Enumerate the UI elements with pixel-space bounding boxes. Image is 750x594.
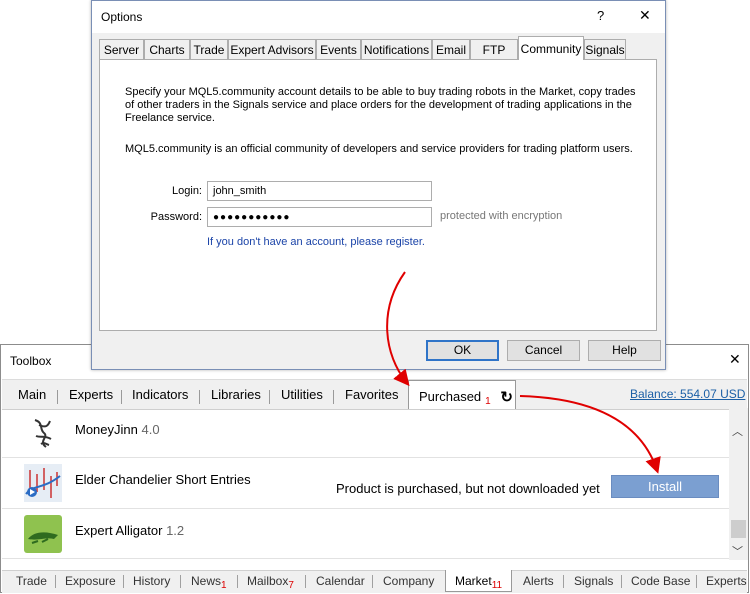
register-link[interactable]: If you don't have an account, please reg… [207,236,425,248]
dialog-title: Options [101,10,143,24]
encryption-note: protected with encryption [440,210,563,222]
tab-favorites[interactable]: Favorites [345,387,398,402]
tab-signals[interactable]: Signals [574,574,613,588]
purchased-badge: 1 [485,396,491,407]
tab-market[interactable]: Market11 [455,574,503,591]
product-version: 1.2 [166,523,185,538]
chevron-up-icon[interactable]: ︿ [732,423,743,439]
tab-email[interactable]: Email [432,39,470,59]
purchase-status-text: Product is purchased, but not downloaded… [336,481,600,496]
tab-ftp[interactable]: FTP [470,39,518,59]
product-name: Expert Alligator 1.2 [75,523,185,538]
tab-experts-log[interactable]: Experts [706,574,747,588]
login-field[interactable]: john_smith [207,181,432,201]
tab-main[interactable]: Main [18,387,46,402]
tab-notifications[interactable]: Notifications [361,39,432,59]
tab-code-base[interactable]: Code Base [631,574,690,588]
tab-purchased-label: Purchased [419,389,482,404]
options-dialog: Options ? ✕ Server Charts Trade Expert A… [91,0,666,370]
close-icon[interactable]: ✕ [639,7,651,24]
tab-purchased[interactable]: Purchased 1 ↻ [419,387,513,407]
mailbox-badge: 7 [288,580,294,591]
chevron-down-icon[interactable]: ﹀ [732,543,743,559]
tab-calendar[interactable]: Calendar [316,574,365,588]
tab-alerts[interactable]: Alerts [523,574,554,588]
tab-exposure[interactable]: Exposure [65,574,116,588]
community-about: MQL5.community is an official community … [125,143,633,155]
tab-history[interactable]: History [133,574,170,588]
tab-signals[interactable]: Signals [584,39,626,59]
tab-news[interactable]: News1 [191,574,227,591]
tab-trade[interactable]: Trade [16,574,47,588]
scrollbar-thumb[interactable] [731,520,746,538]
tab-events[interactable]: Events [316,39,361,59]
tab-utilities[interactable]: Utilities [281,387,323,402]
product-name: MoneyJinn 4.0 [75,422,160,437]
product-name: Elder Chandelier Short Entries [75,472,251,487]
balance-link[interactable]: Balance: 554.07 USD [630,387,745,401]
news-badge: 1 [221,580,227,591]
tab-server[interactable]: Server [99,39,144,59]
ok-button[interactable]: OK [426,340,499,361]
tab-experts[interactable]: Experts [69,387,113,402]
tab-indicators[interactable]: Indicators [132,387,188,402]
close-icon[interactable]: ✕ [729,351,741,368]
tab-expert-advisors[interactable]: Expert Advisors [228,39,316,59]
product-version: 4.0 [141,422,160,437]
toolbox-title: Toolbox [10,354,52,368]
list-item[interactable]: MoneyJinn 4.0 [2,408,729,458]
market-badge: 11 [491,580,503,591]
install-button[interactable]: Install [611,475,719,498]
tab-mailbox[interactable]: Mailbox7 [247,574,294,591]
refresh-icon[interactable]: ↻ [500,389,513,406]
list-item[interactable]: Expert Alligator 1.2 [2,509,729,559]
alligator-icon [24,515,62,553]
help-button[interactable]: Help [588,340,661,361]
tab-community[interactable]: Community [518,36,584,60]
password-field[interactable]: ●●●●●●●●●●● [207,207,432,227]
tab-trade[interactable]: Trade [190,39,228,59]
chart-indicator-icon [24,464,62,502]
password-label: Password: [150,211,202,223]
community-description: Specify your MQL5.community account deta… [125,86,636,124]
tab-libraries[interactable]: Libraries [211,387,261,402]
help-icon[interactable]: ? [597,8,604,23]
login-label: Login: [172,185,202,197]
tab-company[interactable]: Company [383,574,434,588]
cancel-button[interactable]: Cancel [507,340,580,361]
tab-charts[interactable]: Charts [144,39,190,59]
toolbox-window: Toolbox ✕ Main Experts Indicators Librar… [0,344,749,593]
moneyjinn-logo-icon [34,419,52,448]
